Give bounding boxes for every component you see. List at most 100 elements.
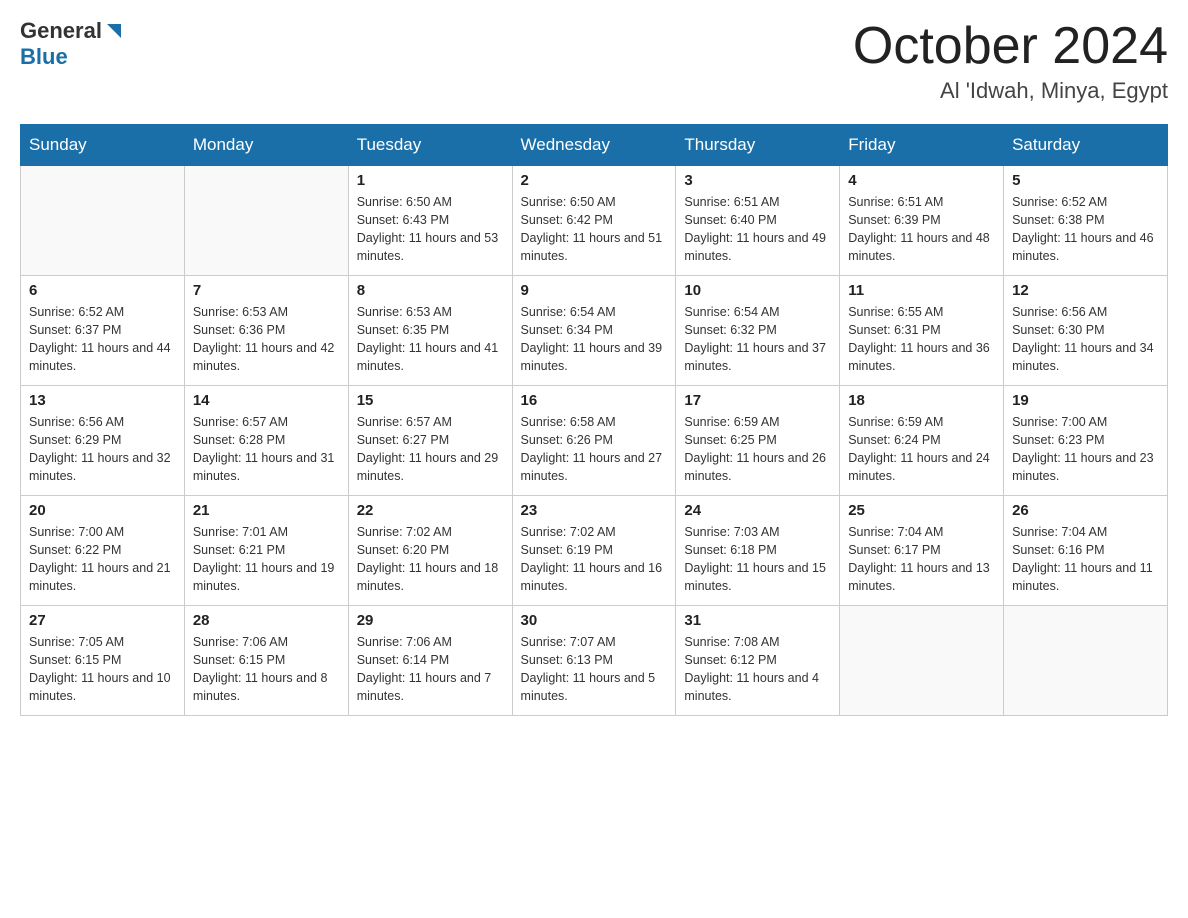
calendar-cell: 8 Sunrise: 6:53 AM Sunset: 6:35 PM Daylig… [348,276,512,386]
day-info: Sunrise: 6:58 AM Sunset: 6:26 PM Dayligh… [521,413,668,486]
day-info: Sunrise: 6:51 AM Sunset: 6:40 PM Dayligh… [684,193,831,266]
calendar-cell: 24 Sunrise: 7:03 AM Sunset: 6:18 PM Dayli… [676,496,840,606]
calendar-cell [21,166,185,276]
day-info: Sunrise: 7:08 AM Sunset: 6:12 PM Dayligh… [684,633,831,706]
calendar-cell: 6Sunrise: 6:52 AM Sunset: 6:37 PM Daylig… [21,276,185,386]
day-number: 13 [29,392,176,409]
day-info: Sunrise: 7:03 AM Sunset: 6:18 PM Dayligh… [684,523,831,596]
page-header: General Blue October 2024 Al 'Idwah, Min… [20,20,1168,104]
calendar-cell: 13 Sunrise: 6:56 AM Sunset: 6:29 PM Dayli… [21,386,185,496]
day-number: 2 [521,172,668,189]
calendar-cell: 11 Sunrise: 6:55 AM Sunset: 6:31 PM Dayli… [840,276,1004,386]
calendar-cell: 18 Sunrise: 6:59 AM Sunset: 6:24 PM Dayli… [840,386,1004,496]
calendar-week-2: 6Sunrise: 6:52 AM Sunset: 6:37 PM Daylig… [21,276,1168,386]
calendar-table: SundayMondayTuesdayWednesdayThursdayFrid… [20,124,1168,716]
calendar-cell: 7 Sunrise: 6:53 AM Sunset: 6:36 PM Daylig… [184,276,348,386]
day-info: Sunrise: 7:05 AM Sunset: 6:15 PM Dayligh… [29,633,176,706]
calendar-cell [840,606,1004,716]
calendar-cell [1004,606,1168,716]
calendar-cell: 21 Sunrise: 7:01 AM Sunset: 6:21 PM Dayli… [184,496,348,606]
day-number: 26 [1012,502,1159,519]
day-info: Sunrise: 7:04 AM Sunset: 6:17 PM Dayligh… [848,523,995,596]
day-info: Sunrise: 7:04 AM Sunset: 6:16 PM Dayligh… [1012,523,1159,596]
day-number: 23 [521,502,668,519]
day-number: 29 [357,612,504,629]
day-info: Sunrise: 6:53 AM Sunset: 6:36 PM Dayligh… [193,303,340,376]
day-number: 12 [1012,282,1159,299]
day-info: Sunrise: 6:53 AM Sunset: 6:35 PM Dayligh… [357,303,504,376]
day-info: Sunrise: 6:52 AM Sunset: 6:38 PM Dayligh… [1012,193,1159,266]
day-number: 9 [521,282,668,299]
day-number: 18 [848,392,995,409]
calendar-header-tuesday: Tuesday [348,125,512,166]
calendar-header-thursday: Thursday [676,125,840,166]
calendar-header-friday: Friday [840,125,1004,166]
day-info: Sunrise: 7:01 AM Sunset: 6:21 PM Dayligh… [193,523,340,596]
calendar-cell [184,166,348,276]
calendar-header-saturday: Saturday [1004,125,1168,166]
location-title: Al 'Idwah, Minya, Egypt [853,78,1168,104]
calendar-cell: 1 Sunrise: 6:50 AM Sunset: 6:43 PM Daylig… [348,166,512,276]
calendar-cell: 26 Sunrise: 7:04 AM Sunset: 6:16 PM Dayli… [1004,496,1168,606]
day-number: 3 [684,172,831,189]
calendar-week-3: 13 Sunrise: 6:56 AM Sunset: 6:29 PM Dayli… [21,386,1168,496]
calendar-header-wednesday: Wednesday [512,125,676,166]
day-number: 1 [357,172,504,189]
day-info: Sunrise: 6:51 AM Sunset: 6:39 PM Dayligh… [848,193,995,266]
day-info: Sunrise: 7:02 AM Sunset: 6:19 PM Dayligh… [521,523,668,596]
logo-blue: Blue [20,44,68,70]
calendar-cell: 15Sunrise: 6:57 AM Sunset: 6:27 PM Dayli… [348,386,512,496]
day-info: Sunrise: 6:50 AM Sunset: 6:42 PM Dayligh… [521,193,668,266]
calendar-header-monday: Monday [184,125,348,166]
day-number: 28 [193,612,340,629]
day-info: Sunrise: 6:55 AM Sunset: 6:31 PM Dayligh… [848,303,995,376]
calendar-cell: 27Sunrise: 7:05 AM Sunset: 6:15 PM Dayli… [21,606,185,716]
calendar-cell: 5Sunrise: 6:52 AM Sunset: 6:38 PM Daylig… [1004,166,1168,276]
day-number: 21 [193,502,340,519]
day-info: Sunrise: 7:07 AM Sunset: 6:13 PM Dayligh… [521,633,668,706]
day-info: Sunrise: 6:54 AM Sunset: 6:34 PM Dayligh… [521,303,668,376]
calendar-cell: 16 Sunrise: 6:58 AM Sunset: 6:26 PM Dayli… [512,386,676,496]
logo: General Blue [20,20,125,70]
calendar-cell: 14Sunrise: 6:57 AM Sunset: 6:28 PM Dayli… [184,386,348,496]
day-info: Sunrise: 7:00 AM Sunset: 6:23 PM Dayligh… [1012,413,1159,486]
calendar-cell: 3 Sunrise: 6:51 AM Sunset: 6:40 PM Daylig… [676,166,840,276]
calendar-header-sunday: Sunday [21,125,185,166]
calendar-cell: 19 Sunrise: 7:00 AM Sunset: 6:23 PM Dayli… [1004,386,1168,496]
day-info: Sunrise: 6:56 AM Sunset: 6:29 PM Dayligh… [29,413,176,486]
calendar-header-row: SundayMondayTuesdayWednesdayThursdayFrid… [21,125,1168,166]
calendar-cell: 20 Sunrise: 7:00 AM Sunset: 6:22 PM Dayli… [21,496,185,606]
calendar-cell: 10Sunrise: 6:54 AM Sunset: 6:32 PM Dayli… [676,276,840,386]
day-number: 17 [684,392,831,409]
calendar-cell: 31 Sunrise: 7:08 AM Sunset: 6:12 PM Dayli… [676,606,840,716]
day-number: 4 [848,172,995,189]
day-info: Sunrise: 7:00 AM Sunset: 6:22 PM Dayligh… [29,523,176,596]
day-info: Sunrise: 7:02 AM Sunset: 6:20 PM Dayligh… [357,523,504,596]
day-number: 8 [357,282,504,299]
calendar-week-4: 20 Sunrise: 7:00 AM Sunset: 6:22 PM Dayli… [21,496,1168,606]
day-info: Sunrise: 6:50 AM Sunset: 6:43 PM Dayligh… [357,193,504,266]
day-number: 24 [684,502,831,519]
calendar-week-5: 27Sunrise: 7:05 AM Sunset: 6:15 PM Dayli… [21,606,1168,716]
day-info: Sunrise: 7:06 AM Sunset: 6:15 PM Dayligh… [193,633,340,706]
day-number: 25 [848,502,995,519]
day-number: 10 [684,282,831,299]
day-info: Sunrise: 6:56 AM Sunset: 6:30 PM Dayligh… [1012,303,1159,376]
calendar-cell: 9 Sunrise: 6:54 AM Sunset: 6:34 PM Daylig… [512,276,676,386]
day-number: 19 [1012,392,1159,409]
day-number: 11 [848,282,995,299]
calendar-week-1: 1 Sunrise: 6:50 AM Sunset: 6:43 PM Daylig… [21,166,1168,276]
day-info: Sunrise: 6:57 AM Sunset: 6:27 PM Dayligh… [357,413,504,486]
day-number: 16 [521,392,668,409]
calendar-cell: 17Sunrise: 6:59 AM Sunset: 6:25 PM Dayli… [676,386,840,496]
day-number: 20 [29,502,176,519]
calendar-cell: 22Sunrise: 7:02 AM Sunset: 6:20 PM Dayli… [348,496,512,606]
day-number: 7 [193,282,340,299]
calendar-cell: 2 Sunrise: 6:50 AM Sunset: 6:42 PM Daylig… [512,166,676,276]
day-info: Sunrise: 6:52 AM Sunset: 6:37 PM Dayligh… [29,303,176,376]
day-number: 31 [684,612,831,629]
calendar-cell: 29Sunrise: 7:06 AM Sunset: 6:14 PM Dayli… [348,606,512,716]
month-title: October 2024 [853,20,1168,72]
calendar-cell: 4 Sunrise: 6:51 AM Sunset: 6:39 PM Daylig… [840,166,1004,276]
day-info: Sunrise: 6:59 AM Sunset: 6:24 PM Dayligh… [848,413,995,486]
